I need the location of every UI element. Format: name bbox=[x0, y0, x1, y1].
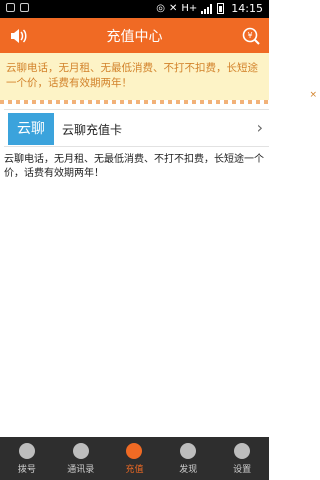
tab-label: 拨号 bbox=[17, 465, 36, 475]
notice-edge-decoration bbox=[0, 100, 269, 104]
contacts-icon bbox=[72, 443, 89, 459]
tab-contacts[interactable]: 通讯录 bbox=[54, 437, 108, 480]
app-header: 充值中心 ¥ bbox=[0, 18, 269, 53]
tab-recharge[interactable]: 充值 bbox=[108, 437, 162, 480]
card-label: 云聊充值卡 bbox=[62, 123, 123, 137]
tab-discover[interactable]: 发现 bbox=[161, 437, 215, 480]
description-text: 云聊电话，无月租、无最低消费、不打不扣费，长短途一个价，话费有效期两年！ bbox=[4, 154, 264, 179]
recharge-icon bbox=[126, 443, 143, 459]
notification-icon bbox=[6, 3, 15, 12]
notice-close-button[interactable]: × bbox=[309, 91, 317, 100]
chevron-right-icon: › bbox=[256, 118, 263, 137]
discover-icon bbox=[180, 443, 197, 459]
notification-icon-2 bbox=[20, 3, 29, 12]
notice-banner: 云聊电话，无月租、无最低消费、不打不扣费，长短途一个价，话费有效期两年！ bbox=[0, 53, 269, 100]
status-bar: ◎ ✕ H+ 14:15 bbox=[0, 0, 269, 18]
notice-text: 云聊电话，无月租、无最低消费、不打不扣费，长短途一个价，话费有效期两年！ bbox=[6, 62, 258, 89]
svg-text:¥: ¥ bbox=[247, 31, 252, 40]
settings-icon bbox=[234, 443, 251, 459]
mute-icon: ✕ bbox=[169, 3, 178, 14]
tab-label: 充值 bbox=[125, 465, 144, 475]
dialpad-icon bbox=[18, 443, 35, 459]
yunliao-logo: 云聊 bbox=[8, 113, 54, 145]
status-left-icons bbox=[6, 3, 29, 12]
tab-label: 发现 bbox=[179, 465, 198, 475]
clock: 14:15 bbox=[231, 2, 263, 15]
tab-label: 通讯录 bbox=[67, 465, 95, 475]
tab-settings[interactable]: 设置 bbox=[215, 437, 269, 480]
tab-dial[interactable]: 拨号 bbox=[0, 437, 54, 480]
battery-icon bbox=[217, 3, 225, 14]
recharge-card-item[interactable]: 云聊 云聊充值卡 › bbox=[4, 109, 269, 147]
status-right-icons: ◎ ✕ H+ 14:15 bbox=[156, 2, 263, 15]
tab-label: 设置 bbox=[233, 465, 252, 475]
page-title: 充值中心 bbox=[106, 29, 163, 45]
search-coin-icon[interactable]: ¥ bbox=[241, 26, 261, 46]
signal-icon bbox=[201, 3, 213, 14]
eye-icon: ◎ bbox=[156, 3, 165, 14]
network-type: H+ bbox=[181, 3, 198, 14]
bottom-tab-bar: 拨号 通讯录 充值 发现 设置 bbox=[0, 437, 269, 480]
